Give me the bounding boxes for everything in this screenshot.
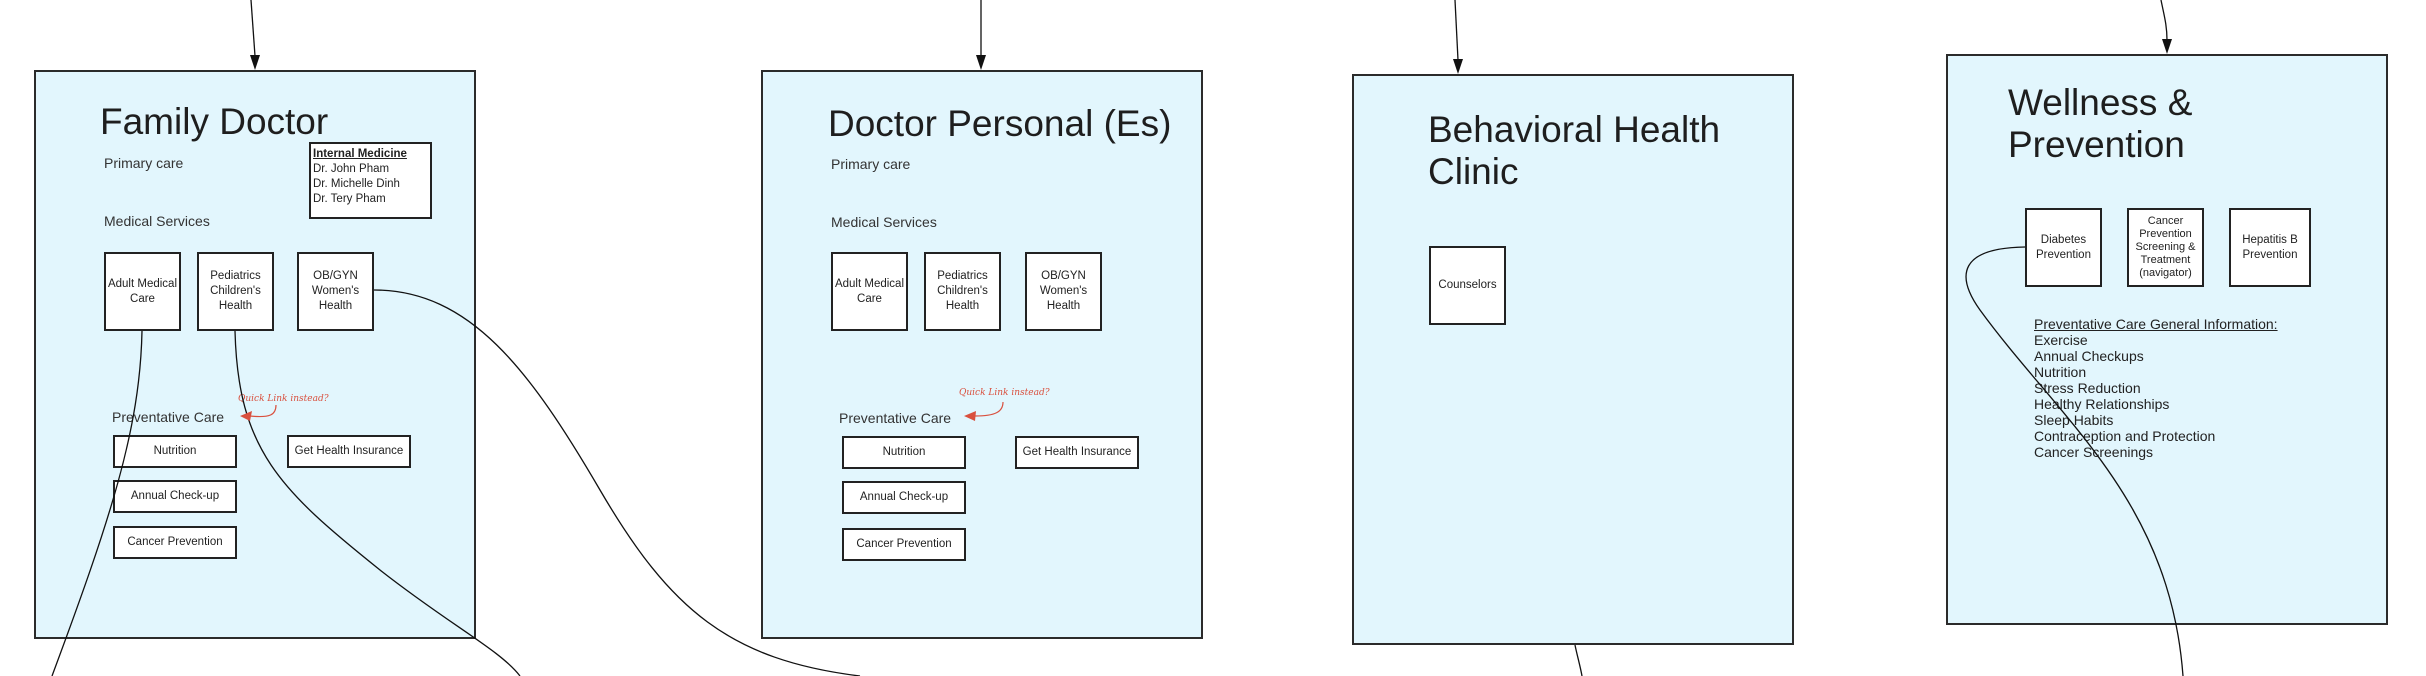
connector-line — [1574, 644, 1583, 676]
incoming-arrow — [1454, 0, 1459, 61]
annotation-arrowhead-icon — [964, 411, 976, 421]
annotation-arrow — [974, 401, 1004, 417]
connector-line — [51, 330, 143, 676]
connector-line — [1965, 246, 2184, 676]
annotation-arrow — [249, 404, 277, 418]
arrowhead-icon — [1453, 59, 1463, 74]
arrowhead-icon — [250, 55, 260, 70]
connector-layer — [51, 0, 2184, 676]
incoming-arrow — [250, 0, 256, 57]
arrowhead-icon — [2162, 39, 2172, 54]
arrowhead-icon — [976, 55, 986, 70]
connector-line — [234, 330, 521, 676]
incoming-arrow — [2160, 0, 2168, 41]
